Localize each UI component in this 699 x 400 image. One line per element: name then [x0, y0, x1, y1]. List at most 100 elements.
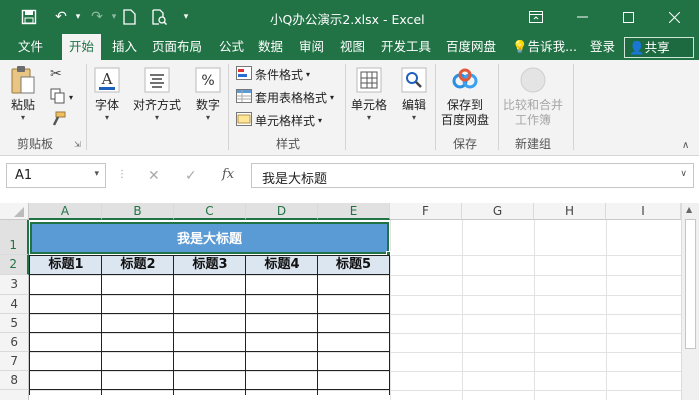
column-header-f[interactable]: F: [390, 203, 462, 220]
paste-dropdown-icon[interactable]: ▾: [21, 113, 25, 123]
scroll-up-icon[interactable]: ▲: [686, 205, 692, 214]
column-header-c[interactable]: C: [174, 203, 246, 220]
row-header-6[interactable]: 6: [0, 333, 29, 352]
new-file-icon[interactable]: [118, 6, 140, 28]
copy-button[interactable]: ▾: [50, 88, 73, 107]
vertical-scrollbar[interactable]: ▲: [681, 203, 699, 400]
insert-function-icon[interactable]: fx: [222, 167, 234, 182]
ribbon-display-options-icon[interactable]: [513, 0, 559, 34]
name-box-dropdown-icon[interactable]: ▾: [94, 169, 99, 179]
customize-toolbar-icon[interactable]: ▾: [175, 6, 197, 28]
table-border: [29, 274, 389, 275]
tab-view[interactable]: 视图: [340, 34, 365, 60]
tab-insert[interactable]: 插入: [112, 34, 137, 60]
column-header-e[interactable]: E: [318, 203, 390, 220]
lightbulb-icon: 💡: [512, 39, 528, 54]
copy-dropdown-icon[interactable]: ▾: [69, 93, 73, 102]
share-label: 共享: [644, 40, 670, 55]
compare-merge-line2: 工作簿: [515, 113, 552, 127]
tab-page-layout[interactable]: 页面布局: [152, 34, 202, 60]
table-border: [29, 294, 389, 295]
row-header-2[interactable]: 2: [0, 255, 29, 275]
column-header-b[interactable]: B: [102, 203, 174, 220]
compare-merge-icon: [518, 66, 548, 94]
row-header-7[interactable]: 7: [0, 352, 29, 371]
styles-group-label: 样式: [276, 137, 301, 151]
save-to-baidu-button[interactable]: 保存到 百度网盘: [441, 66, 489, 128]
gridline: [29, 295, 681, 296]
select-all-corner[interactable]: [0, 203, 29, 220]
close-icon[interactable]: [651, 0, 697, 34]
column-header-a[interactable]: A: [29, 203, 102, 220]
column-header-i[interactable]: I: [606, 203, 681, 220]
gridline: [462, 220, 463, 400]
worksheet-grid[interactable]: A B C D E F G H I 1 2 3 4 5 6 7 8 我是大标题 …: [0, 203, 699, 400]
clipboard-launcher-icon[interactable]: ⇲: [74, 140, 81, 149]
editing-button[interactable]: 编辑 ▾: [399, 66, 429, 123]
table-border: [29, 351, 389, 352]
save-icon[interactable]: [18, 6, 40, 28]
row-header-8[interactable]: 8: [0, 371, 29, 390]
table-border: [389, 255, 390, 395]
header-cell-4[interactable]: 标题4: [246, 255, 318, 274]
row-header-3[interactable]: 3: [0, 275, 29, 295]
formula-content: 我是大标题: [262, 172, 328, 187]
separator: [228, 64, 229, 150]
column-header-d[interactable]: D: [246, 203, 318, 220]
row-header-4[interactable]: 4: [0, 295, 29, 314]
tab-developer[interactable]: 开发工具: [381, 34, 431, 60]
confirm-entry-icon[interactable]: ✓: [185, 168, 197, 184]
tab-formulas[interactable]: 公式: [219, 34, 244, 60]
cells-button[interactable]: 单元格 ▾: [351, 66, 387, 123]
tab-file[interactable]: 文件: [18, 34, 43, 60]
row-header-5[interactable]: 5: [0, 314, 29, 333]
column-header-g[interactable]: G: [462, 203, 534, 220]
alignment-button[interactable]: 对齐方式 ▾: [133, 66, 181, 123]
tab-data[interactable]: 数据: [258, 34, 283, 60]
compare-merge-button[interactable]: 比较和合并 工作簿: [503, 66, 563, 128]
gridline: [29, 352, 681, 353]
save-group-label: 保存: [453, 137, 478, 151]
merged-title-cell[interactable]: 我是大标题: [30, 222, 389, 254]
font-button[interactable]: A 字体 ▾: [92, 66, 122, 123]
format-painter-button[interactable]: [50, 111, 66, 130]
tab-baidu-netdisk[interactable]: 百度网盘: [446, 34, 496, 60]
tab-review[interactable]: 审阅: [299, 34, 324, 60]
number-button[interactable]: % 数字 ▾: [193, 66, 223, 123]
row-header-9[interactable]: [0, 390, 29, 400]
header-cell-2[interactable]: 标题2: [102, 255, 174, 274]
gridline: [606, 220, 607, 400]
drag-handle-icon[interactable]: ⋮: [117, 169, 127, 180]
tab-home[interactable]: 开始: [62, 34, 102, 60]
sign-in-link[interactable]: 登录: [590, 34, 615, 60]
format-as-table-button[interactable]: 套用表格格式 ▾: [236, 89, 334, 106]
paste-button[interactable]: 粘贴 ▾: [8, 66, 38, 123]
svg-text:A: A: [101, 70, 113, 88]
header-cell-1[interactable]: 标题1: [30, 255, 102, 274]
share-button[interactable]: 👤共享: [624, 37, 694, 58]
column-header-h[interactable]: H: [534, 203, 606, 220]
cell-styles-button[interactable]: 单元格样式 ▾: [236, 112, 322, 129]
table-border: [29, 255, 30, 395]
scrollbar-thumb[interactable]: [685, 219, 696, 349]
cells-dropdown-icon: ▾: [367, 113, 372, 122]
maximize-icon[interactable]: [605, 0, 651, 34]
tell-me-search[interactable]: 💡告诉我...: [512, 34, 577, 60]
alignment-label: 对齐方式: [133, 98, 182, 112]
conditional-format-icon: [236, 66, 252, 83]
cancel-entry-icon[interactable]: ✕: [148, 168, 160, 184]
expand-formula-icon[interactable]: ∨: [680, 169, 687, 179]
name-box[interactable]: A1 ▾: [6, 163, 106, 188]
cut-button[interactable]: ✂: [50, 66, 62, 82]
format-as-table-label: 套用表格格式: [255, 91, 328, 105]
formula-input[interactable]: 我是大标题 ∨: [251, 163, 694, 188]
ribbon-tab-bar: 文件 开始 插入 页面布局 公式 数据 审阅 视图 开发工具 百度网盘 💡告诉我…: [0, 34, 699, 60]
minimize-icon[interactable]: [559, 0, 605, 34]
print-preview-icon[interactable]: [148, 6, 170, 28]
header-cell-3[interactable]: 标题3: [174, 255, 246, 274]
cell-styles-dropdown-icon: ▾: [318, 116, 323, 125]
conditional-format-button[interactable]: 条件格式 ▾: [236, 66, 310, 83]
header-cell-5[interactable]: 标题5: [318, 255, 389, 274]
row-header-1[interactable]: 1: [0, 220, 29, 255]
collapse-ribbon-icon[interactable]: ∧: [682, 140, 689, 151]
